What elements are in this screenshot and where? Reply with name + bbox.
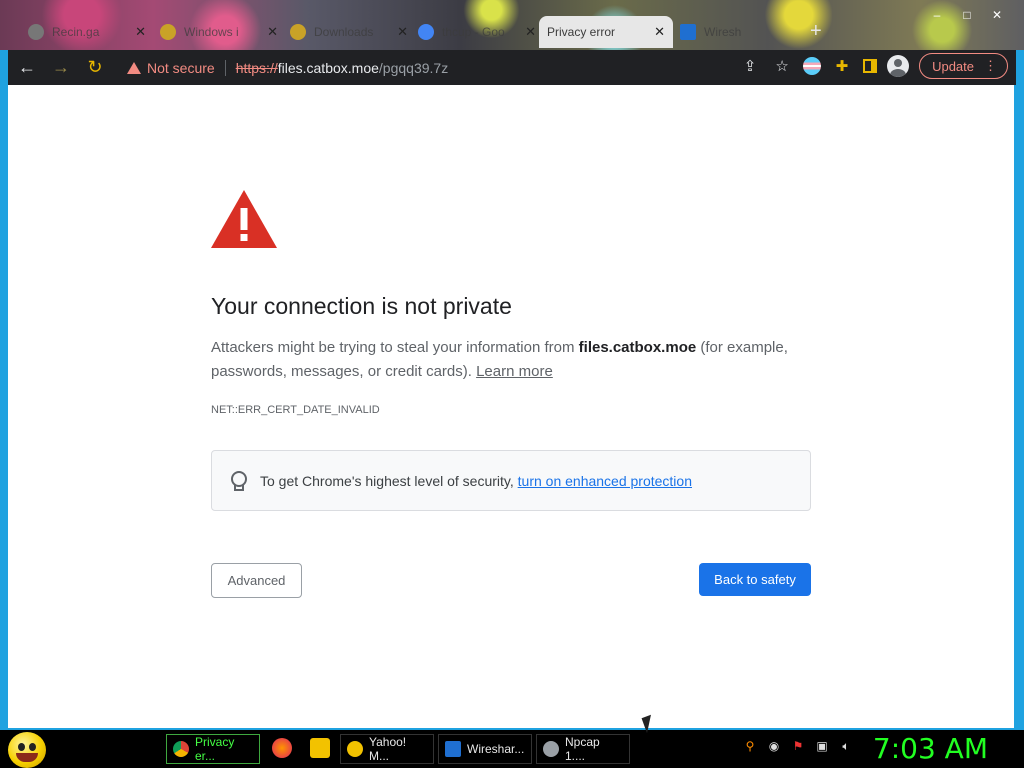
extension-flag-icon[interactable] bbox=[803, 57, 822, 75]
tab-favicon-icon bbox=[290, 24, 306, 40]
smiley-eye bbox=[18, 743, 25, 751]
google-icon bbox=[418, 24, 434, 40]
page-content: Your connection is not private Attackers… bbox=[8, 85, 1014, 728]
tray-status-icon[interactable]: ◉ bbox=[766, 738, 782, 754]
explanation-host: files.catbox.moe bbox=[578, 339, 697, 356]
firefox-icon[interactable] bbox=[272, 738, 292, 758]
reload-button[interactable]: ↻ bbox=[80, 53, 110, 83]
update-label: Update bbox=[932, 58, 974, 74]
explanation-text: Attackers might be trying to steal your … bbox=[211, 336, 811, 384]
taskbar-clock[interactable]: 7:03 AM bbox=[873, 732, 988, 765]
tab-close-icon[interactable]: ✕ bbox=[135, 24, 146, 40]
task-label: Npcap 1.... bbox=[565, 735, 600, 763]
security-chip[interactable]: Not secure bbox=[147, 60, 215, 76]
browser-toolbar: ← → ↻ Not secure https://files.catbox.mo… bbox=[8, 50, 1016, 85]
privacy-interstitial: Your connection is not private Attackers… bbox=[211, 190, 811, 598]
warning-triangle-icon bbox=[211, 190, 277, 248]
taskbar: Privacy er... Yahoo! M... Wireshar... Np… bbox=[0, 730, 1024, 768]
task-label: Wireshar... bbox=[467, 742, 525, 756]
back-to-safety-button[interactable]: Back to safety bbox=[699, 563, 811, 596]
task-yahoo[interactable]: Yahoo! M... bbox=[340, 734, 434, 764]
update-button[interactable]: Update ⋮ bbox=[919, 53, 1008, 79]
profile-avatar[interactable] bbox=[887, 55, 910, 77]
tab-wireshark[interactable]: Wiresh bbox=[672, 16, 782, 48]
page-title: Your connection is not private bbox=[211, 293, 512, 319]
tab-title: thcup - Goo bbox=[442, 25, 505, 39]
volume-icon[interactable]: 🔈︎ bbox=[838, 738, 854, 754]
task-label: Yahoo! M... bbox=[369, 735, 407, 763]
action-buttons: Advanced Back to safety bbox=[211, 563, 811, 598]
close-button[interactable]: ✕ bbox=[984, 6, 1010, 24]
tab-close-icon[interactable]: ✕ bbox=[654, 24, 665, 40]
divider bbox=[224, 59, 226, 76]
task-npcap[interactable]: Npcap 1.... bbox=[536, 734, 630, 764]
forward-button[interactable]: → bbox=[46, 53, 76, 83]
chrome-icon bbox=[173, 741, 189, 757]
enhanced-text: To get Chrome's highest level of securit… bbox=[260, 473, 692, 489]
url-path: /pgqq39.7z bbox=[378, 59, 449, 76]
url-text[interactable]: https://files.catbox.moe/pgqq39.7z bbox=[236, 60, 449, 76]
tab-privacy-error[interactable]: Privacy error ✕ bbox=[539, 16, 673, 48]
task-chrome[interactable]: Privacy er... bbox=[166, 734, 260, 764]
wireshark-icon bbox=[445, 741, 461, 757]
tab-google[interactable]: thcup - Goo ✕ bbox=[410, 16, 544, 48]
maximize-button[interactable]: □ bbox=[954, 6, 980, 24]
yahoo-messenger-icon bbox=[347, 741, 363, 757]
side-panel-icon[interactable] bbox=[863, 59, 878, 73]
tab-close-icon[interactable]: ✕ bbox=[267, 24, 278, 40]
smiley-mouth bbox=[16, 753, 38, 762]
folder-icon[interactable] bbox=[310, 738, 330, 758]
lightbulb-icon bbox=[230, 470, 247, 491]
menu-kebab-icon: ⋮ bbox=[984, 58, 997, 73]
tab-close-icon[interactable]: ✕ bbox=[525, 24, 536, 40]
tab-downloads[interactable]: Downloads ✕ bbox=[282, 16, 416, 48]
action-center-flag-icon[interactable]: ⚑ bbox=[790, 738, 806, 754]
url-host: files.catbox.moe bbox=[277, 59, 379, 76]
npcap-installer-icon bbox=[543, 741, 559, 757]
minimize-button[interactable]: – bbox=[924, 6, 950, 24]
system-tray: ⚲ ◉ ⚑ ▣ 🔈︎ bbox=[742, 738, 854, 754]
url-scheme: https:// bbox=[235, 59, 278, 76]
window-controls: – □ ✕ bbox=[924, 6, 1010, 24]
tab-title: Downloads bbox=[314, 25, 374, 39]
address-bar[interactable]: Not secure https://files.catbox.moe/pgqq… bbox=[121, 54, 801, 81]
warning-icon[interactable] bbox=[127, 61, 141, 74]
enhanced-prefix: To get Chrome's highest level of securit… bbox=[260, 472, 518, 489]
enhanced-protection-link[interactable]: turn on enhanced protection bbox=[518, 473, 692, 489]
tab-title: Wiresh bbox=[704, 25, 742, 39]
tab-recin[interactable]: Recin.ga ✕ bbox=[20, 16, 154, 48]
advanced-button[interactable]: Advanced bbox=[211, 563, 302, 598]
smiley-eye bbox=[29, 743, 36, 751]
share-icon[interactable]: ⇪ bbox=[739, 55, 761, 77]
tab-title: Windows i bbox=[184, 25, 239, 39]
start-button-smiley-icon[interactable] bbox=[8, 732, 46, 768]
wireshark-icon bbox=[680, 24, 696, 40]
task-wireshark[interactable]: Wireshar... bbox=[438, 734, 532, 764]
tab-favicon-icon bbox=[28, 24, 44, 40]
browser-window: Recin.ga ✕ Windows i ✕ Downloads ✕ thcup… bbox=[0, 0, 1024, 730]
task-label: Privacy er... bbox=[195, 735, 235, 763]
extensions-puzzle-icon[interactable]: ✚ bbox=[831, 55, 853, 77]
back-button[interactable]: ← bbox=[12, 53, 42, 83]
tab-title: Recin.ga bbox=[52, 25, 100, 39]
error-code: NET::ERR_CERT_DATE_INVALID bbox=[211, 404, 380, 416]
tab-title: Privacy error bbox=[547, 25, 616, 39]
learn-more-link[interactable]: Learn more bbox=[476, 363, 553, 380]
tab-close-icon[interactable]: ✕ bbox=[397, 24, 408, 40]
search-icon[interactable]: ⚲ bbox=[742, 738, 758, 754]
bookmark-star-icon[interactable]: ☆ bbox=[771, 55, 793, 77]
tab-favicon-icon bbox=[160, 24, 176, 40]
toolbar-actions: ⇪ ☆ ✚ Update ⋮ bbox=[739, 53, 1008, 79]
enhanced-protection-banner: To get Chrome's highest level of securit… bbox=[211, 450, 811, 511]
tab-windows[interactable]: Windows i ✕ bbox=[152, 16, 286, 48]
new-tab-button[interactable]: + bbox=[810, 20, 822, 43]
explanation-prefix: Attackers might be trying to steal your … bbox=[211, 339, 579, 356]
network-icon[interactable]: ▣ bbox=[814, 738, 830, 754]
tab-strip: Recin.ga ✕ Windows i ✕ Downloads ✕ thcup… bbox=[0, 0, 1024, 50]
